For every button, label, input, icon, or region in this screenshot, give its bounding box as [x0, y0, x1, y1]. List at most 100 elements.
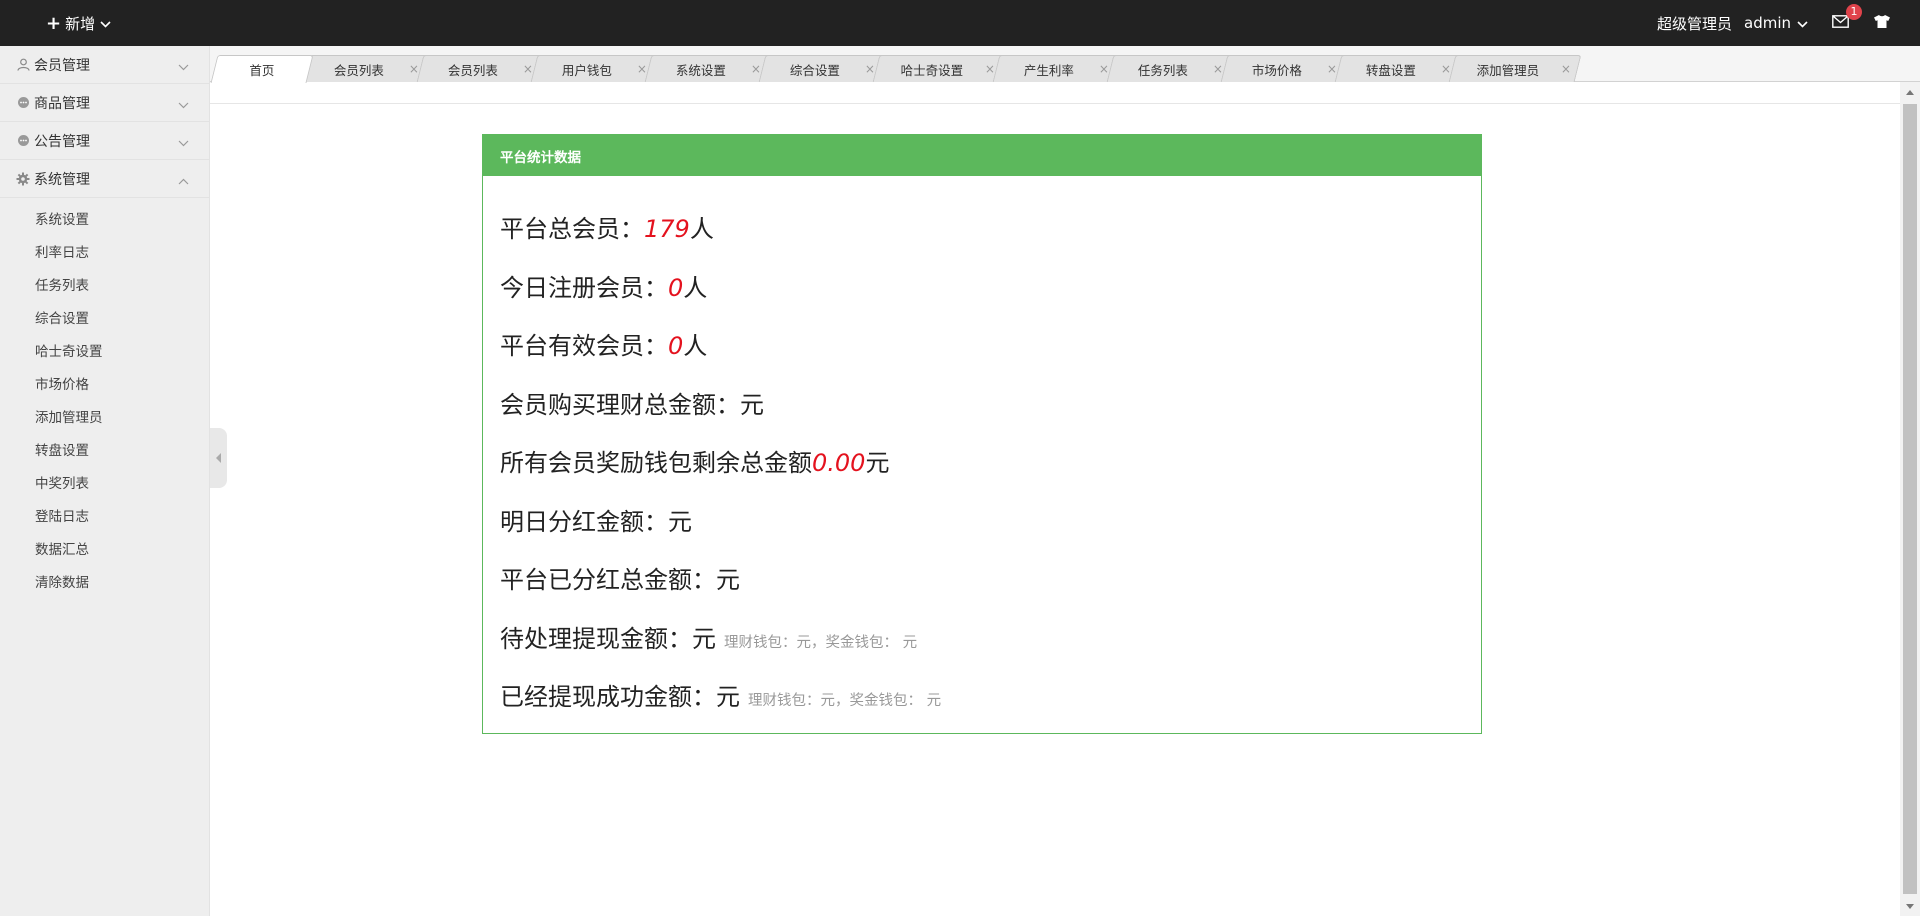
stat-value: 0 [668, 332, 684, 360]
sidebar-item-wheel-settings[interactable]: 转盘设置 [0, 435, 209, 468]
stat-value: 0.00 [812, 449, 866, 477]
stat-unit: 人 [683, 273, 708, 302]
sidebar-collapse-handle[interactable] [210, 428, 227, 488]
sidebar-item-clear-data[interactable]: 清除数据 [0, 567, 209, 600]
stat-today-registered: 今日注册会员： 0 人 [500, 268, 1481, 327]
message-count-badge: 1 [1846, 4, 1862, 20]
tab-general-settings[interactable]: 综合设置 × [758, 55, 886, 82]
user-icon [16, 58, 30, 72]
stat-note: 理财钱包：元，奖金钱包： 元 [724, 634, 918, 651]
tshirt-icon [1873, 14, 1891, 33]
tab-label: 会员列表 [333, 62, 384, 78]
stat-unit: 人 [683, 332, 708, 360]
sidebar-item-market-price[interactable]: 市场价格 [0, 369, 209, 402]
close-icon[interactable]: × [523, 62, 533, 76]
sidebar-item-login-log[interactable]: 登陆日志 [0, 501, 209, 534]
close-icon[interactable]: × [1099, 62, 1109, 76]
stat-label: 会员购买理财总金额： [500, 390, 740, 419]
tab-label: 转盘设置 [1365, 62, 1416, 78]
scroll-down-icon[interactable] [1900, 896, 1920, 916]
tab-system-settings[interactable]: 系统设置 × [644, 55, 772, 82]
plus-icon: + [46, 12, 62, 34]
sidebar-item-husky-settings[interactable]: 哈士奇设置 [0, 336, 209, 369]
close-icon[interactable]: × [985, 62, 995, 76]
tab-label: 任务列表 [1137, 62, 1188, 78]
stat-label: 所有会员奖励钱包剩余总金额 [500, 449, 812, 477]
sidebar-group-products[interactable]: 商品管理 [0, 84, 209, 122]
tab-label: 会员列表 [447, 62, 498, 78]
sidebar-group-label: 系统管理 [34, 171, 90, 188]
stat-unit: 元 [716, 566, 740, 594]
chat-icon [16, 134, 30, 148]
chevron-down-icon [178, 97, 189, 113]
sidebar-group-label: 会员管理 [34, 57, 90, 74]
sidebar-group-system[interactable]: 系统管理 [0, 160, 209, 198]
tab-user-wallet[interactable]: 用户钱包 × [530, 55, 658, 82]
user-menu[interactable]: admin [1744, 14, 1808, 32]
sidebar-item-data-summary[interactable]: 数据汇总 [0, 534, 209, 567]
gear-icon [16, 172, 30, 186]
tab-label: 首页 [249, 63, 275, 78]
tab-member-list[interactable]: 会员列表 × [302, 55, 430, 82]
new-menu-button[interactable]: + 新增 [46, 0, 111, 46]
close-icon[interactable]: × [409, 62, 419, 76]
sidebar-item-add-admin[interactable]: 添加管理员 [0, 402, 209, 435]
sidebar-item-rate-log[interactable]: 利率日志 [0, 237, 209, 270]
close-icon[interactable]: × [637, 62, 647, 76]
chevron-down-icon [178, 59, 189, 75]
stat-label: 明日分红金额： [500, 507, 668, 536]
scrollbar-thumb[interactable] [1903, 104, 1917, 894]
sidebar-group-announcements[interactable]: 公告管理 [0, 122, 209, 160]
close-icon[interactable]: × [865, 62, 875, 76]
tab-home[interactable]: 首页 [210, 55, 314, 83]
message-button[interactable]: 1 [1830, 4, 1862, 33]
tab-member-list-2[interactable]: 会员列表 × [416, 55, 544, 82]
tab-market-price[interactable]: 市场价格 × [1220, 55, 1348, 82]
stat-label: 今日注册会员： [500, 273, 668, 302]
tab-wheel-settings[interactable]: 转盘设置 × [1334, 55, 1462, 82]
tab-husky-settings[interactable]: 哈士奇设置 × [872, 55, 1006, 82]
close-icon[interactable]: × [1213, 62, 1223, 76]
tab-label: 添加管理员 [1476, 62, 1540, 78]
sidebar-item-system-settings[interactable]: 系统设置 [0, 204, 209, 237]
tab-label: 系统设置 [675, 62, 726, 78]
tab-add-admin[interactable]: 添加管理员 × [1448, 55, 1582, 82]
platform-stats-panel: 平台统计数据 平台总会员： 179 人 今日注册会员： 0 人 平台有效会员： … [482, 134, 1482, 734]
sidebar-item-general-settings[interactable]: 综合设置 [0, 303, 209, 336]
stat-unit: 元 [692, 624, 716, 653]
stat-active-members: 平台有效会员： 0 人 [500, 326, 1481, 385]
stat-unit: 元 [865, 449, 890, 477]
skin-button[interactable] [1872, 13, 1892, 33]
stat-unit: 人 [689, 215, 714, 243]
chevron-left-icon [215, 449, 222, 468]
stat-value: 179 [644, 215, 690, 243]
stat-label: 待处理提现金额： [500, 624, 692, 653]
chevron-down-icon [178, 135, 189, 151]
user-role: 超级管理员 [1656, 14, 1732, 33]
close-icon[interactable]: × [1327, 62, 1337, 76]
chevron-down-icon [100, 14, 111, 32]
close-icon[interactable]: × [1561, 62, 1571, 76]
sidebar-group-members[interactable]: 会员管理 [0, 46, 209, 84]
sidebar: 会员管理 商品管理 公告管理 系统管理 系统设置 利率日志 任务列表 综合设置 … [0, 46, 210, 916]
chevron-up-icon [178, 173, 189, 189]
chevron-down-icon [1797, 14, 1808, 32]
tab-generate-rate[interactable]: 产生利率 × [992, 55, 1120, 82]
system-submenu: 系统设置 利率日志 任务列表 综合设置 哈士奇设置 市场价格 添加管理员 转盘设… [0, 198, 209, 600]
tab-bar: 首页 会员列表 × 会员列表 × 用户钱包 × 系统设置 × 综合设置 × 哈士奇设置 × … [210, 46, 1920, 83]
stat-unit: 元 [668, 507, 692, 536]
stat-note: 理财钱包：元，奖金钱包： 元 [748, 693, 942, 709]
stat-unit: 元 [716, 683, 740, 711]
scrollbar[interactable] [1900, 82, 1920, 916]
top-bar: + 新增 超级管理员 admin 1 [0, 0, 1920, 46]
tab-label: 产生利率 [1023, 62, 1074, 78]
scroll-up-icon[interactable] [1900, 82, 1920, 102]
stat-label: 平台有效会员： [500, 332, 668, 360]
close-icon[interactable]: × [751, 62, 761, 76]
stat-unit: 元 [740, 390, 764, 419]
tab-task-list[interactable]: 任务列表 × [1106, 55, 1234, 82]
sidebar-item-winners-list[interactable]: 中奖列表 [0, 468, 209, 501]
sidebar-item-task-list[interactable]: 任务列表 [0, 270, 209, 303]
close-icon[interactable]: × [1441, 62, 1451, 76]
sidebar-group-label: 公告管理 [34, 133, 90, 150]
